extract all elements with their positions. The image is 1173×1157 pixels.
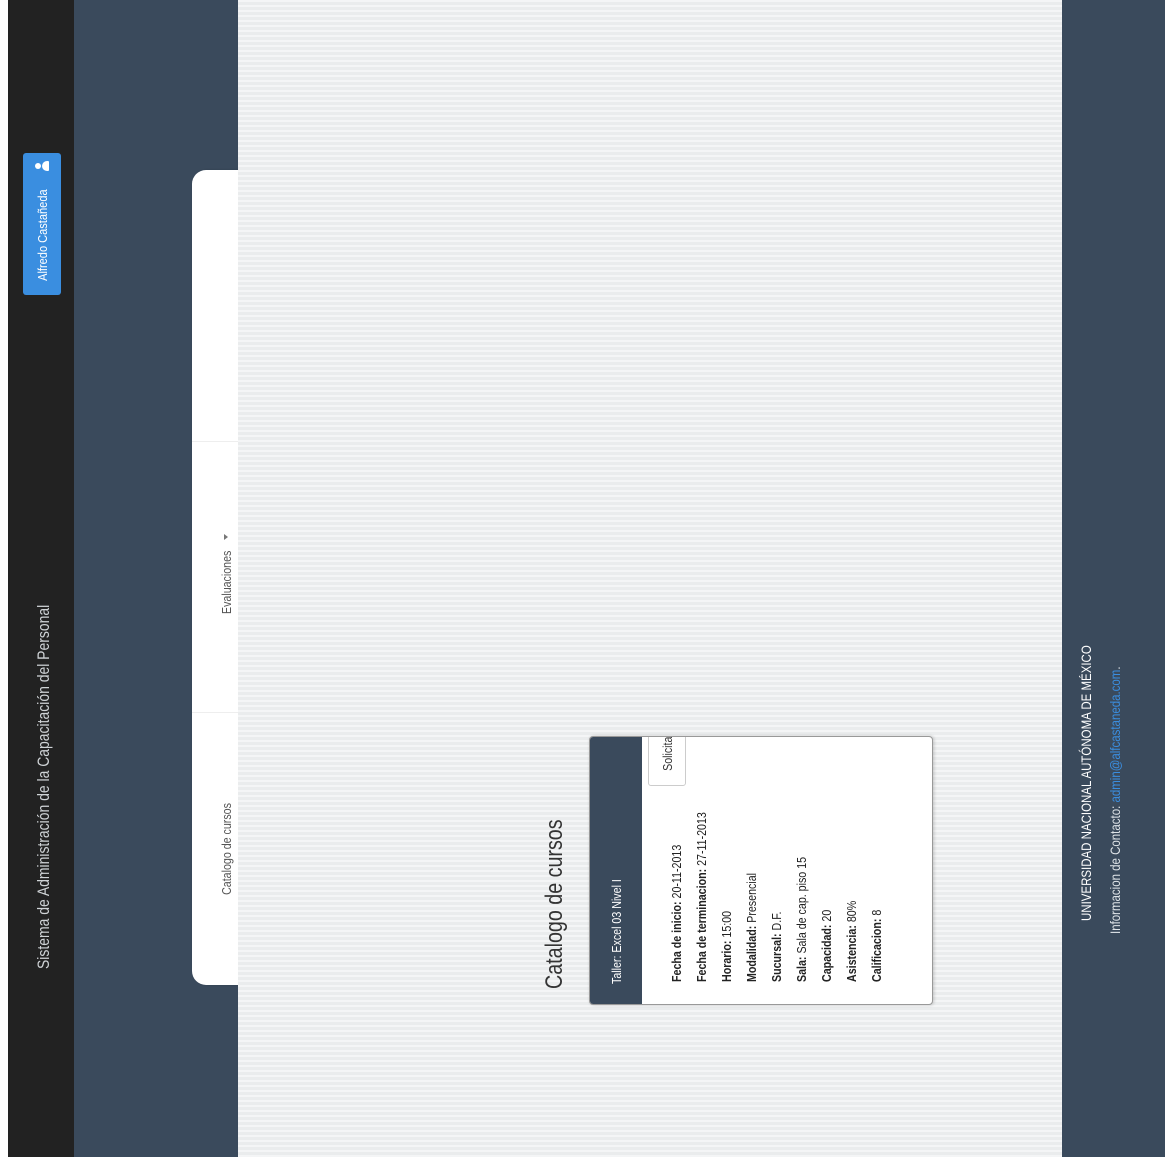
field-value: Presencial — [744, 873, 759, 926]
field-label: Capacidad: — [819, 924, 834, 982]
contact-email-link[interactable]: admin@alfcastaneda.com — [1107, 670, 1123, 803]
rotated-page: Sistema de Administración de la Capacita… — [0, 0, 1173, 1157]
field-label: Sucursal: — [769, 933, 784, 982]
course-field: Asistencia: 80% — [839, 755, 864, 982]
field-value: 20 — [819, 909, 834, 925]
course-field: Modalidad: Presencial — [739, 755, 764, 982]
screen: Sistema de Administración de la Capacita… — [0, 0, 1173, 1157]
course-field: Horario: 15:00 — [714, 755, 739, 982]
field-value: 20-11-2013 — [669, 844, 684, 902]
course-card: Taller: Excel 03 Nivel I Fecha de inicio… — [589, 736, 933, 1005]
course-card-header: Taller: Excel 03 Nivel I — [590, 737, 642, 1004]
field-value: D.F. — [769, 911, 784, 934]
course-field: Sala: Sala de cap. piso 15 — [789, 755, 814, 982]
contact-label: Informacion de Contacto: — [1107, 802, 1123, 934]
course-field: Calificacion: 8 — [864, 755, 889, 982]
footer-institution: UNIVERSIDAD NACIONAL AUTÓNOMA DE MÉXICO — [1078, 645, 1094, 921]
field-value: 15:00 — [719, 910, 734, 941]
nav-item-label: Evaluaciones — [218, 550, 234, 614]
user-name: Alfredo Castañeda — [34, 189, 50, 281]
main-content: Catalogo de cursos Taller: Excel 03 Nive… — [238, 0, 1062, 1157]
field-label: Calificacion: — [869, 918, 884, 982]
field-label: Sala: — [794, 956, 809, 982]
nav-band: Catalogo de cursos Evaluaciones — [74, 0, 260, 1157]
nav-item-label: Catalogo de cursos — [218, 803, 234, 895]
field-value: 27-11-2013 — [694, 812, 709, 869]
request-enrollment-label: Solicitar Inscripción — [660, 736, 675, 771]
app-title[interactable]: Sistema de Administración de la Capacita… — [34, 605, 54, 969]
footer: UNIVERSIDAD NACIONAL AUTÓNOMA DE MÉXICO … — [1062, 0, 1165, 1157]
field-value: Sala de cap. piso 15 — [794, 856, 809, 957]
footer-contact: Informacion de Contacto: admin@alfcastan… — [1107, 666, 1123, 934]
field-label: Modalidad: — [744, 925, 759, 982]
course-field: Fecha de inicio: 20-11-2013 — [664, 755, 689, 982]
page-title: Catalogo de cursos — [541, 819, 568, 989]
user-icon — [35, 159, 49, 173]
field-value: 80% — [844, 900, 859, 926]
field-label: Asistencia: — [844, 925, 859, 982]
field-label: Fecha de terminacion: — [694, 868, 709, 982]
field-value: 8 — [869, 909, 884, 919]
top-navbar: Sistema de Administración de la Capacita… — [8, 0, 75, 1157]
course-field: Capacidad: 20 — [814, 755, 839, 982]
field-label: Horario: — [719, 940, 734, 982]
course-title: Taller: Excel 03 Nivel I — [608, 879, 624, 984]
caret-down-icon — [224, 534, 228, 541]
contact-suffix: . — [1107, 666, 1123, 670]
user-menu-button[interactable]: Alfredo Castañeda — [23, 153, 61, 295]
field-label: Fecha de inicio: — [669, 901, 684, 982]
course-field: Fecha de terminacion: 27-11-2013 — [689, 755, 714, 982]
request-enrollment-button[interactable]: Solicitar Inscripción — [648, 736, 686, 786]
course-field: Sucursal: D.F. — [764, 755, 789, 982]
